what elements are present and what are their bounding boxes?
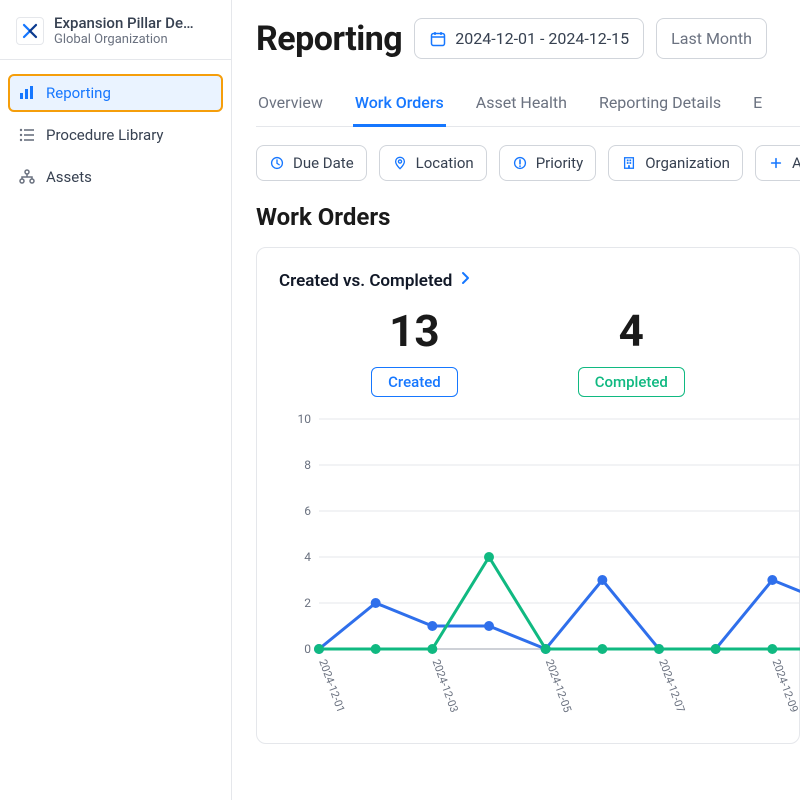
svg-text:8: 8 [304,458,311,472]
tab-more[interactable]: E [751,83,764,127]
sidebar: Expansion Pillar De… Global Organization… [0,0,232,800]
svg-text:10: 10 [298,412,312,426]
stat-created-value: 13 [389,305,440,357]
sidebar-item-procedure-library[interactable]: Procedure Library [8,116,223,154]
filter-due-date[interactable]: Due Date [256,145,367,181]
filter-location[interactable]: Location [379,145,487,181]
filter-organization[interactable]: Organization [608,145,743,181]
svg-text:2024-12-01: 2024-12-01 [316,658,347,715]
last-month-button[interactable]: Last Month [656,18,767,59]
card-expand[interactable]: Created vs. Completed [279,270,777,291]
svg-text:4: 4 [304,550,311,564]
card-created-vs-completed: Created vs. Completed 13 Created 4 Compl… [256,247,800,744]
filter-add[interactable]: Ad [755,145,800,181]
svg-text:0: 0 [304,642,311,656]
plus-icon [768,155,784,171]
building-icon [621,155,637,171]
nav: Reporting Procedure Library Assets [0,60,231,210]
section-title: Work Orders [256,203,800,231]
sidebar-item-label: Assets [46,168,92,186]
svg-text:2: 2 [304,596,311,610]
tab-overview[interactable]: Overview [256,83,325,127]
tab-work-orders[interactable]: Work Orders [353,83,446,127]
list-icon [18,126,36,144]
stat-completed-value: 4 [619,305,644,357]
sitemap-icon [18,168,36,186]
bar-chart-icon [18,84,36,102]
badge-created: Created [371,367,458,397]
card-title: Created vs. Completed [279,271,452,291]
sidebar-item-reporting[interactable]: Reporting [8,74,223,112]
calendar-icon [429,30,447,48]
filters: Due Date Location Priority Organization … [256,145,800,181]
date-range-label: 2024-12-01 - 2024-12-15 [455,29,629,48]
last-month-label: Last Month [671,29,752,48]
sidebar-item-label: Reporting [46,84,111,102]
chevron-right-icon [458,270,474,291]
chart: 0 2 4 6 8 10 2024-12-01 2024-12-03 2024-12-05 202… [279,409,777,743]
badge-completed: Completed [578,367,685,397]
svg-text:2024-12-05: 2024-12-05 [543,658,574,715]
sidebar-item-label: Procedure Library [46,126,164,144]
tab-reporting-details[interactable]: Reporting Details [597,83,723,127]
svg-text:2024-12-03: 2024-12-03 [430,658,461,715]
svg-text:2024-12-09: 2024-12-09 [770,658,800,715]
svg-text:2024-12-07: 2024-12-07 [656,658,687,715]
pin-icon [392,155,408,171]
org-subtitle: Global Organization [54,32,194,47]
tab-asset-health[interactable]: Asset Health [474,83,569,127]
tabs: Overview Work Orders Asset Health Report… [256,83,800,127]
org-title: Expansion Pillar De… [54,14,194,32]
main: Reporting 2024-12-01 - 2024-12-15 Last M… [232,0,800,800]
date-range-picker[interactable]: 2024-12-01 - 2024-12-15 [414,18,644,59]
stat-created: 13 Created [371,305,458,397]
org-logo [16,17,44,45]
priority-icon [512,155,528,171]
sidebar-item-assets[interactable]: Assets [8,158,223,196]
stat-completed: 4 Completed [578,305,685,397]
org-switcher[interactable]: Expansion Pillar De… Global Organization [0,0,231,60]
clock-icon [269,155,285,171]
filter-priority[interactable]: Priority [499,145,596,181]
svg-text:6: 6 [304,504,311,518]
page-title: Reporting [256,19,402,59]
